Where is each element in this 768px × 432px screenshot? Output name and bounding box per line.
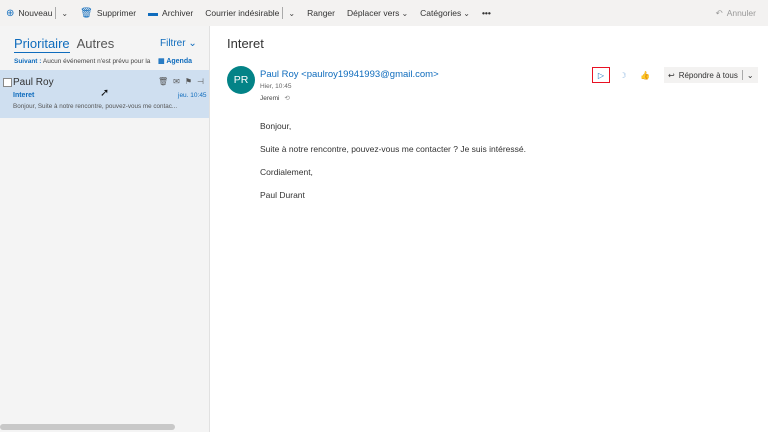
- reply-all-icon: ↩: [668, 70, 675, 80]
- sender-address[interactable]: Paul Roy <paulroy19941993@gmail.com>: [260, 69, 439, 80]
- message-date: jeu. 10:45: [178, 92, 207, 99]
- reaction-button[interactable]: ☽: [614, 67, 632, 83]
- trash-icon[interactable]: 🗑: [158, 77, 168, 86]
- plus-circle-icon: ⊕: [6, 7, 15, 19]
- play-icon: ▷: [597, 70, 605, 80]
- new-label: Nouveau: [18, 8, 53, 18]
- reply-all-label: Répondre à tous: [678, 70, 738, 80]
- trash-icon: 🗑: [80, 7, 93, 19]
- divider: [55, 7, 57, 19]
- archive-icon: ▬: [148, 7, 159, 19]
- message-subject: Interet: [13, 92, 35, 99]
- recipient-status-icon: ⟲: [284, 95, 290, 102]
- pin-icon[interactable]: ⊣: [197, 77, 204, 86]
- more-icon: •••: [481, 8, 491, 18]
- next-label: Suivant :: [14, 58, 42, 65]
- categories-label: Catégories: [420, 8, 462, 18]
- flag-icon[interactable]: ⚑: [185, 77, 192, 86]
- sweep-label: Ranger: [307, 8, 335, 18]
- tab-focused[interactable]: Prioritaire: [14, 36, 70, 53]
- divider: [741, 70, 743, 80]
- filter-button[interactable]: Filtrer ⌄: [160, 38, 197, 49]
- body-line: Cordialement,: [260, 167, 313, 177]
- horizontal-scrollbar[interactable]: [0, 424, 175, 430]
- chevron-down-icon: ⌄: [463, 8, 470, 18]
- inbox-tabs: Prioritaire Autres: [14, 36, 114, 53]
- junk-label: Courrier indésirable: [205, 8, 280, 18]
- message-sender: Paul Roy: [13, 77, 54, 88]
- message-list-pane: Prioritaire Autres Filtrer ⌄ Suivant : A…: [0, 26, 210, 432]
- like-button[interactable]: 👍: [636, 67, 654, 83]
- message-actions: ▷ ☽ 👍 ↩ Répondre à tous ⌄: [592, 66, 758, 84]
- recipient-name: Jeremi: [260, 95, 280, 102]
- junk-button[interactable]: Courrier indésirable ⌄: [199, 0, 301, 26]
- move-to-button[interactable]: Déplacer vers ⌄: [341, 0, 414, 26]
- archive-label: Archiver: [162, 8, 194, 18]
- recipient[interactable]: Jeremi ⟲: [260, 94, 290, 102]
- undo-icon: ↶: [715, 7, 723, 18]
- chevron-down-icon[interactable]: ⌄: [747, 71, 754, 80]
- filter-label: Filtrer: [160, 38, 186, 49]
- chevron-down-icon: ⌄: [188, 38, 197, 49]
- play-button[interactable]: ▷: [592, 67, 610, 83]
- body-line: Suite à notre rencontre, pouvez-vous me …: [260, 144, 526, 154]
- body-line: Paul Durant: [260, 190, 305, 200]
- agenda-label: Agenda: [166, 58, 192, 65]
- chevron-down-icon[interactable]: ⌄: [61, 9, 68, 18]
- body-line: Bonjour,: [260, 121, 292, 131]
- undo-label: Annuler: [726, 8, 756, 18]
- avatar[interactable]: PR: [227, 66, 255, 94]
- message-body: Bonjour, Suite à notre rencontre, pouvez…: [260, 122, 526, 214]
- reading-pane: Interet PR Paul Roy <paulroy19941993@gma…: [210, 26, 768, 432]
- delete-button[interactable]: 🗑 Supprimer: [74, 0, 142, 26]
- categories-button[interactable]: Catégories ⌄: [414, 0, 476, 26]
- reply-all-button[interactable]: ↩ Répondre à tous ⌄: [664, 67, 758, 83]
- more-button[interactable]: •••: [476, 0, 497, 26]
- mark-unread-icon[interactable]: ✉: [173, 77, 180, 86]
- mouse-cursor-icon: ➚: [100, 87, 110, 99]
- command-bar: ⊕ Nouveau ⌄ 🗑 Supprimer ▬ Archiver Courr…: [0, 0, 768, 27]
- tab-other[interactable]: Autres: [77, 36, 115, 51]
- undo-button[interactable]: ↶ Annuler: [716, 0, 756, 26]
- moon-icon: ☽: [619, 70, 627, 80]
- chevron-down-icon[interactable]: ⌄: [288, 9, 295, 18]
- calendar-icon: ▦: [158, 58, 165, 65]
- move-label: Déplacer vers: [347, 8, 400, 18]
- divider: [282, 7, 284, 19]
- sweep-button[interactable]: Ranger: [301, 0, 341, 26]
- delete-label: Supprimer: [96, 8, 137, 18]
- message-preview: Bonjour, Suite à notre rencontre, pouvez…: [13, 103, 178, 110]
- message-quick-actions: 🗑 ✉ ⚑ ⊣: [158, 77, 204, 86]
- page-title: Interet: [227, 36, 264, 51]
- message-checkbox[interactable]: [3, 78, 12, 87]
- new-button[interactable]: ⊕ Nouveau ⌄: [0, 0, 74, 26]
- next-event-text: Aucun événement n'est prévu pour la: [42, 58, 151, 65]
- chevron-down-icon: ⌄: [401, 8, 409, 18]
- archive-button[interactable]: ▬ Archiver: [142, 0, 199, 26]
- agenda-button[interactable]: ▦ Agenda: [158, 57, 192, 65]
- thumbs-up-icon: 👍: [640, 70, 650, 80]
- message-date: Hier, 10:45: [260, 83, 292, 90]
- next-event-bar[interactable]: Suivant : Aucun événement n'est prévu po…: [14, 58, 154, 65]
